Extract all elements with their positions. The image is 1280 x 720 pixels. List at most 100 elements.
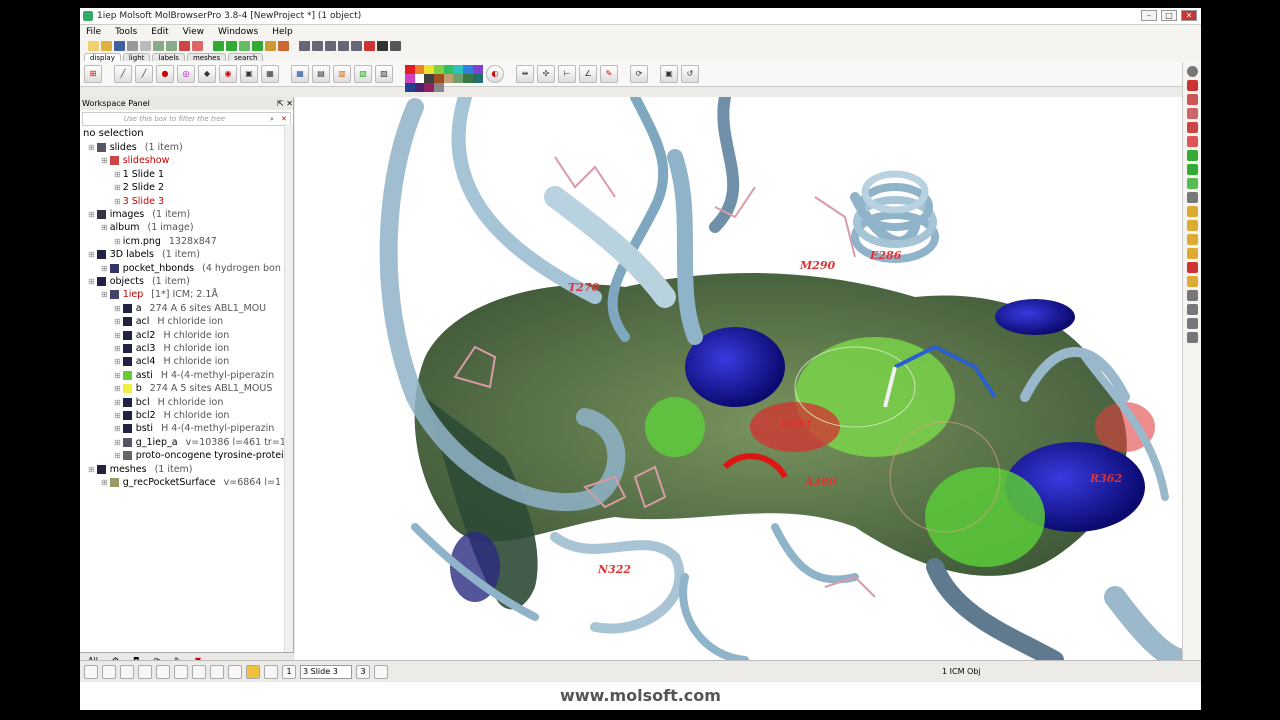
tree-item[interactable]: ⊞ images (1 item) — [88, 208, 190, 221]
palette-swatch[interactable] — [453, 73, 464, 83]
palette-swatch[interactable] — [453, 64, 464, 74]
expand-icon[interactable]: ⊞ — [101, 478, 108, 487]
expand-icon[interactable]: ⊞ — [114, 344, 121, 353]
display-green-2-icon[interactable] — [1186, 164, 1198, 175]
expand-icon[interactable]: ⊞ — [101, 156, 108, 165]
tree-item[interactable]: ⊞ g_1iep_a v=10386 l=461 tr=1 — [114, 436, 286, 449]
expand-icon[interactable]: ⊞ — [114, 371, 121, 380]
display-skin-icon[interactable]: ▣ — [240, 64, 258, 83]
display-green-1-icon[interactable] — [1186, 150, 1198, 161]
search-tool-icon[interactable] — [179, 41, 190, 51]
menu-view[interactable]: View — [183, 27, 204, 37]
palette-swatch[interactable] — [414, 82, 425, 92]
tree-item[interactable]: ⊞ bsti H 4-(4-methyl-piperazin — [114, 422, 274, 435]
expand-icon[interactable]: ⊞ — [101, 290, 108, 299]
expand-icon[interactable]: ⊞ — [114, 237, 121, 246]
tree-item[interactable]: ⊞ acl4 H chloride ion — [114, 355, 229, 368]
label-4-icon[interactable] — [1186, 248, 1198, 259]
expand-icon[interactable]: ⊞ — [114, 170, 121, 179]
rotate-icon[interactable] — [1186, 66, 1198, 77]
hand-icon[interactable] — [1186, 332, 1198, 343]
tree-item[interactable]: ⊞ 2 Slide 2 — [114, 181, 164, 194]
label-6-icon[interactable] — [1186, 276, 1198, 287]
slide-tool-2-icon[interactable] — [138, 664, 152, 679]
delete-icon[interactable] — [192, 41, 203, 51]
tab-search[interactable]: search — [228, 53, 264, 62]
menu-windows[interactable]: Windows — [218, 27, 258, 37]
molecule-tool-6-icon[interactable] — [278, 41, 289, 51]
tree-scrollbar[interactable] — [284, 124, 293, 652]
tab-display[interactable]: display — [84, 53, 121, 62]
maximize-button[interactable]: □ — [1161, 10, 1177, 21]
tree-item[interactable]: ⊞ icm.png 1328x847 — [114, 235, 217, 248]
menu-help[interactable]: Help — [272, 27, 293, 37]
expand-icon[interactable]: ⊞ — [114, 398, 121, 407]
molecule-tool-2-icon[interactable] — [226, 41, 237, 51]
panel-close-icon[interactable]: ⇱ ✕ — [277, 97, 293, 110]
palette-swatch[interactable] — [434, 73, 444, 83]
expand-icon[interactable]: ⊞ — [88, 210, 95, 219]
display-wire-icon[interactable]: ⊞ — [84, 64, 102, 83]
menu-file[interactable]: File — [86, 27, 101, 37]
stereo-icon[interactable]: ⟳ — [630, 64, 648, 83]
tree-filter-input[interactable]: Use this box to filter the tree ⌕ ✕ — [82, 112, 291, 126]
search-icon[interactable]: ⌕ — [266, 115, 278, 124]
expand-icon[interactable]: ⊞ — [114, 451, 121, 460]
print-icon[interactable] — [127, 41, 138, 51]
slide-select[interactable]: 3 Slide 3 — [300, 664, 352, 679]
measure-angle-icon[interactable]: ∠ — [579, 64, 597, 83]
expand-icon[interactable]: ⊞ — [88, 465, 95, 474]
display-stick-icon[interactable]: ╱ — [135, 64, 153, 83]
tree-item[interactable]: ⊞ acl H chloride ion — [114, 315, 223, 328]
palette-swatch[interactable] — [414, 73, 425, 83]
tree-item[interactable]: ⊞ 3 Slide 3 — [114, 195, 164, 208]
slide-tool-6-icon[interactable] — [210, 664, 224, 679]
tree-item[interactable]: ⊞ slideshow — [101, 154, 169, 167]
cut-icon[interactable] — [140, 41, 151, 51]
palette-swatch[interactable] — [405, 82, 415, 92]
expand-icon[interactable]: ⊞ — [114, 357, 121, 366]
tree-item[interactable]: ⊞ g_recPocketSurface v=6864 l=1 — [101, 476, 281, 489]
undo-icon[interactable] — [153, 41, 164, 51]
clip-icon[interactable] — [1186, 122, 1198, 133]
label-2-icon[interactable] — [1186, 220, 1198, 231]
measure-zoom-icon[interactable]: ✣ — [537, 64, 555, 83]
palette-swatch[interactable] — [424, 73, 435, 83]
tree-item[interactable]: ⊞ pocket_hbonds (4 hydrogen bon — [101, 262, 281, 275]
clear-filter-icon[interactable]: ✕ — [278, 115, 290, 123]
expand-icon[interactable]: ⊞ — [114, 317, 121, 326]
measure-ruler-icon[interactable]: ⊢ — [558, 64, 576, 83]
tree-item[interactable]: ⊞ 1iep [1*] ICM; 2.1Å — [101, 288, 218, 301]
minimize-button[interactable]: – — [1141, 10, 1157, 21]
display-grid-icon[interactable]: ▦ — [261, 64, 279, 83]
palette-swatch[interactable] — [472, 73, 483, 83]
palette-swatch[interactable] — [414, 64, 425, 74]
slide-tool-1-icon[interactable] — [120, 664, 134, 679]
display-color-1-icon[interactable]: ▦ — [291, 64, 309, 83]
display-color-2-icon[interactable]: ▤ — [312, 64, 330, 83]
tool-1-icon[interactable] — [1186, 290, 1198, 301]
tree-item[interactable]: ⊞ a 274 A 6 sites ABL1_MOU — [114, 302, 266, 315]
view-tool-3-icon[interactable] — [325, 41, 336, 51]
color-wheel-icon[interactable]: ◐ — [486, 64, 504, 83]
open-file-icon[interactable] — [101, 41, 112, 51]
expand-icon[interactable]: ⊞ — [114, 424, 121, 433]
palette-swatch[interactable] — [463, 73, 473, 83]
expand-icon[interactable]: ⊞ — [114, 331, 121, 340]
expand-icon[interactable]: ⊞ — [114, 304, 121, 313]
tree-item[interactable]: ⊞ b 274 A 5 sites ABL1_MOUS — [114, 382, 272, 395]
slide-tool-3-icon[interactable] — [156, 664, 170, 679]
close-button[interactable]: ✕ — [1181, 10, 1197, 21]
tab-labels[interactable]: labels — [152, 53, 185, 62]
menu-edit[interactable]: Edit — [151, 27, 168, 37]
stop-icon[interactable] — [84, 664, 98, 679]
palette-swatch[interactable] — [443, 64, 454, 74]
display-color-3-icon[interactable]: ▥ — [333, 64, 351, 83]
display-ribbon-icon[interactable]: ◆ — [198, 64, 216, 83]
slide-tool-5-icon[interactable] — [192, 664, 206, 679]
tree-item[interactable]: ⊞ 3D labels (1 item) — [88, 248, 200, 261]
tree-item[interactable]: ⊞ album (1 image) — [101, 221, 194, 234]
new-file-icon[interactable] — [88, 41, 99, 51]
expand-icon[interactable]: ⊞ — [114, 197, 121, 206]
palette-swatch[interactable] — [472, 64, 483, 74]
